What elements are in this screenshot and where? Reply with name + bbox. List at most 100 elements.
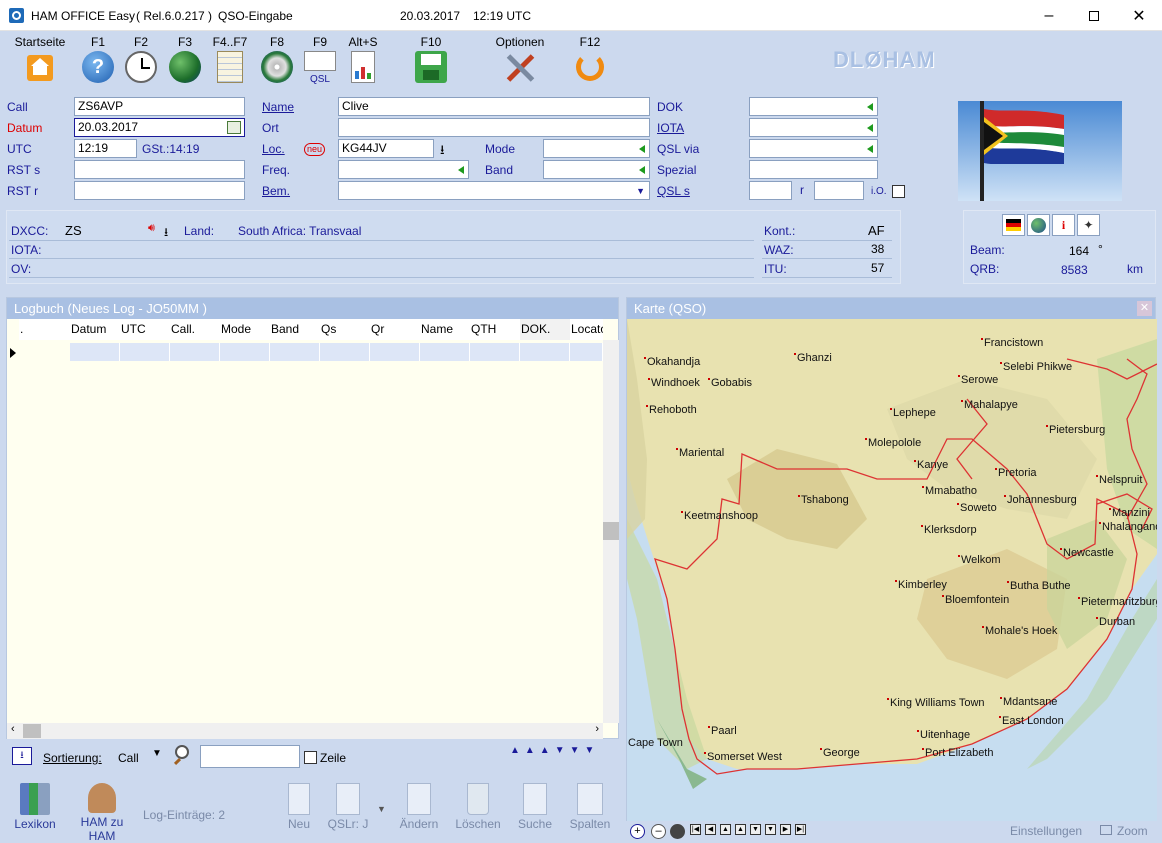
lexikon-button[interactable]: Lexikon <box>12 783 58 831</box>
qslr-input[interactable] <box>814 181 864 200</box>
zoom-out-icon[interactable]: – <box>651 824 666 839</box>
table-cell[interactable] <box>320 343 370 361</box>
column-header[interactable]: Qr <box>370 319 420 340</box>
map-canvas[interactable]: Francistown Okahandja Ghanzi Selebi Phikwe W… <box>627 319 1157 821</box>
info-icon[interactable]: i <box>1052 214 1075 236</box>
qsl-button[interactable]: F9 QSL <box>303 35 337 85</box>
hand-icon[interactable] <box>670 824 685 839</box>
home-button[interactable]: Startseite <box>12 35 68 81</box>
notepad-button[interactable]: F4..F7 <box>210 35 250 83</box>
rstr-input[interactable] <box>74 181 245 200</box>
locator-input[interactable]: KG44JV <box>338 139 434 158</box>
qslr-dropdown-icon[interactable]: ▼ <box>377 804 386 814</box>
save-button[interactable]: F10 <box>413 35 449 83</box>
freq-arrow-icon[interactable] <box>458 166 464 174</box>
dok-arrow-icon[interactable] <box>867 103 873 111</box>
table-cell[interactable] <box>220 343 270 361</box>
column-header[interactable]: Band <box>270 319 320 340</box>
zeile-checkbox[interactable] <box>304 751 317 764</box>
iota-input[interactable] <box>749 118 878 137</box>
map-city-label: East London <box>999 715 1064 727</box>
bem-dropdown-icon[interactable]: ▼ <box>636 184 645 199</box>
qsls-input[interactable] <box>749 181 792 200</box>
minimize-button[interactable]: – <box>1026 0 1072 31</box>
column-header[interactable]: QTH <box>470 319 520 340</box>
utc-input[interactable]: 12:19 <box>74 139 137 158</box>
bem-input[interactable]: ▼ <box>338 181 650 200</box>
loeschen-button[interactable]: Löschen <box>452 783 504 831</box>
datum-input[interactable]: 20.03.2017 <box>74 118 245 137</box>
mode-arrow-icon[interactable] <box>639 145 645 153</box>
spezial-input[interactable] <box>749 160 878 179</box>
sort-dropdown-icon[interactable]: ▼ <box>152 748 162 759</box>
dok-input[interactable] <box>749 97 878 116</box>
map-nav-buttons[interactable]: |◀ ◀ ▲ ▲ ▼ ▼ ▶ ▶| <box>690 822 820 838</box>
neu-badge[interactable]: neu <box>304 143 326 156</box>
column-header[interactable]: Name <box>420 319 470 340</box>
search-icon[interactable] <box>175 745 189 759</box>
column-header[interactable]: DOK. <box>520 319 570 340</box>
close-button[interactable]: ✕ <box>1116 0 1162 31</box>
horizontal-scrollbar[interactable]: ‹ › <box>7 723 603 739</box>
mode-input[interactable] <box>543 139 650 158</box>
maximize-button[interactable] <box>1071 0 1117 31</box>
aendern-button[interactable]: Ändern <box>396 783 442 831</box>
einstellungen-button[interactable]: Einstellungen <box>1010 824 1082 838</box>
zoom-in-icon[interactable]: + <box>630 824 645 839</box>
map-close-icon[interactable]: ✕ <box>1137 301 1152 316</box>
german-flag-button[interactable] <box>1002 214 1025 236</box>
globe-button[interactable]: F3 <box>168 35 202 83</box>
column-header[interactable]: Locato <box>570 319 603 340</box>
search-input[interactable] <box>200 745 300 768</box>
speaker-icon[interactable]: 🔊︎ <box>148 222 155 235</box>
ham-zu-ham-button[interactable]: HAM zu HAM <box>66 783 138 843</box>
neu-button[interactable]: Neu <box>284 783 314 831</box>
iota-arrow-icon[interactable] <box>867 124 873 132</box>
kont-label: Kont.: <box>764 224 796 238</box>
suche-button[interactable]: Suche <box>515 783 555 831</box>
column-header[interactable]: Call. <box>170 319 220 340</box>
globe-small-icon[interactable] <box>1027 214 1050 236</box>
column-header[interactable]: Datum <box>70 319 120 340</box>
table-cell[interactable] <box>270 343 320 361</box>
band-input[interactable] <box>543 160 650 179</box>
zoom-button[interactable]: Zoom <box>1117 824 1148 838</box>
qslvia-arrow-icon[interactable] <box>867 145 873 153</box>
table-cell[interactable] <box>570 343 603 361</box>
options-button[interactable]: Optionen <box>490 35 550 83</box>
nav-arrows[interactable]: ▲▲▲▼▼▼ <box>510 745 613 759</box>
call-input[interactable]: ZS6AVP <box>74 97 245 116</box>
qslr-button[interactable]: QSLr: J <box>325 783 371 831</box>
zoom-window-icon[interactable] <box>1100 825 1112 835</box>
table-cell[interactable] <box>420 343 470 361</box>
name-input[interactable]: Clive <box>338 97 650 116</box>
freq-input[interactable] <box>338 160 469 179</box>
sort-icon[interactable]: ⭳ <box>12 747 32 765</box>
refresh-button[interactable]: F12 <box>573 35 607 81</box>
statistics-button[interactable]: Alt+S <box>346 35 380 83</box>
table-cell[interactable] <box>170 343 220 361</box>
vertical-scrollbar[interactable] <box>603 340 619 723</box>
qslvia-input[interactable] <box>749 139 878 158</box>
table-cell[interactable] <box>70 343 120 361</box>
calendar-icon[interactable] <box>227 121 241 134</box>
spalten-button[interactable]: Spalten <box>567 783 613 831</box>
column-header[interactable]: Qs <box>320 319 370 340</box>
io-checkbox[interactable] <box>892 185 905 198</box>
cd-button[interactable]: F8 <box>260 35 294 83</box>
table-cell[interactable] <box>370 343 420 361</box>
column-header[interactable]: Mode <box>220 319 270 340</box>
table-cell[interactable] <box>470 343 520 361</box>
column-header[interactable]: . <box>19 319 70 340</box>
satellite-icon[interactable]: ✦ <box>1077 214 1100 236</box>
table-cell[interactable] <box>520 343 570 361</box>
sort-value[interactable]: Call <box>118 751 139 765</box>
column-header[interactable]: UTC <box>120 319 170 340</box>
map-city-label: Klerksdorp <box>921 524 977 536</box>
clock-button[interactable]: F2 <box>124 35 158 83</box>
rsts-input[interactable] <box>74 160 245 179</box>
band-arrow-icon[interactable] <box>639 166 645 174</box>
table-cell[interactable] <box>120 343 170 361</box>
help-button[interactable]: F1 ? <box>81 35 115 83</box>
ort-input[interactable] <box>338 118 650 137</box>
